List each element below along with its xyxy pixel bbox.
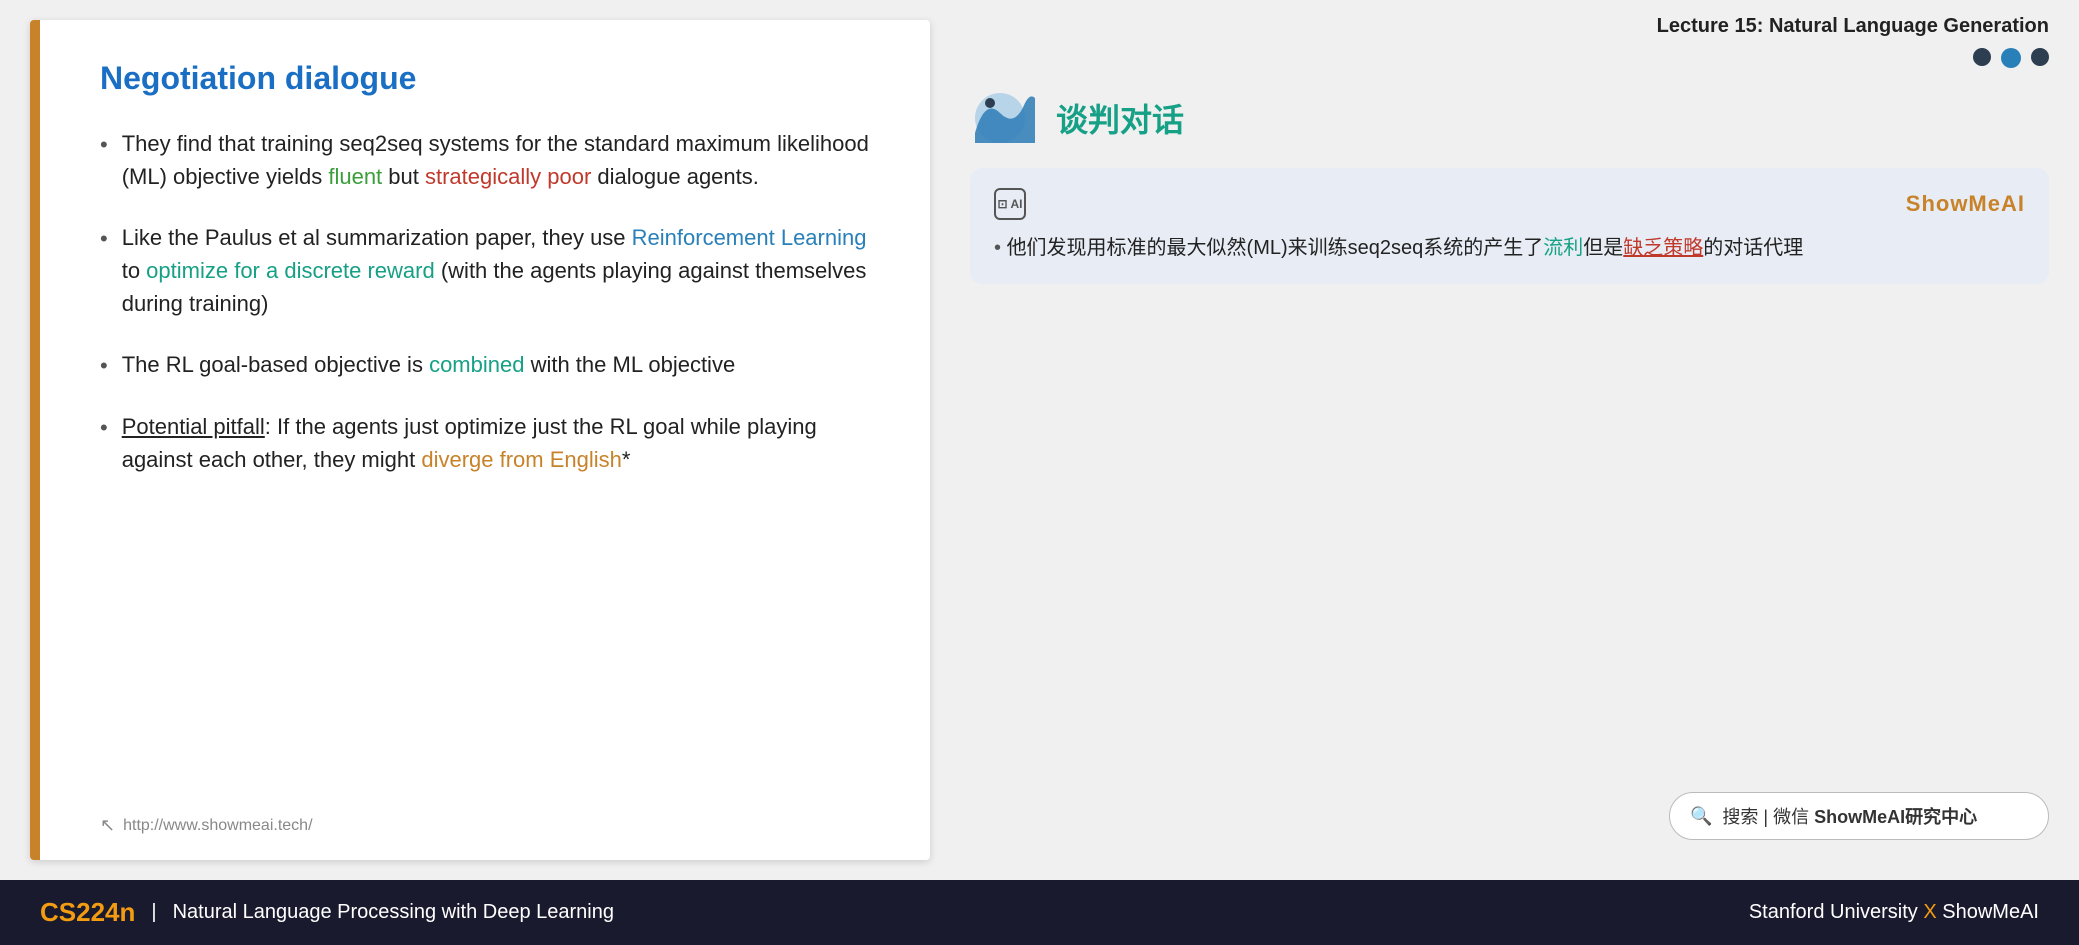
chat-content: 他们发现用标准的最大似然(ML)来训练seq2seq系统的产生了流利但是缺乏策略…	[994, 232, 2025, 264]
chat-bubble: ⊡ AI ShowMeAI 他们发现用标准的最大似然(ML)来训练seq2seq…	[970, 168, 2049, 284]
chinese-section: 谈判对话	[970, 88, 2049, 148]
search-icon: 🔍	[1690, 806, 1712, 827]
university-name: Stanford University	[1749, 901, 1918, 923]
lecture-title: Lecture 15: Natural Language Generation	[970, 10, 2049, 38]
slide-url: ↖ http://www.showmeai.tech/	[100, 815, 313, 836]
footer-brand: ShowMeAI	[1942, 901, 2039, 923]
ai-icon: ⊡ AI	[994, 188, 1026, 220]
chat-prefix: 他们发现用标准的最大似然(ML)来训练seq2seq系统的产生了	[1007, 237, 1544, 259]
optimize-text: optimize for a discrete reward	[146, 258, 435, 283]
bullet-item-2: Like the Paulus et al summarization pape…	[100, 221, 880, 320]
wave-icon	[970, 88, 1040, 148]
strategically-poor-text: strategically poor	[425, 164, 591, 189]
bullet-content-4: Potential pitfall: If the agents just op…	[122, 410, 880, 476]
rl-text: Reinforcement Learning	[632, 225, 867, 250]
fluent-text: fluent	[328, 164, 382, 189]
dot-1	[1973, 48, 1991, 66]
slide-title: Negotiation dialogue	[100, 60, 880, 97]
search-bar[interactable]: 🔍 搜索 | 微信 ShowMeAI研究中心	[1669, 792, 2049, 840]
x-symbol: X	[1923, 901, 1942, 923]
slide-panel: Negotiation dialogue They find that trai…	[30, 20, 930, 860]
ai-label: ⊡ AI	[998, 197, 1023, 211]
right-panel: Lecture 15: Natural Language Generation …	[950, 0, 2079, 880]
course-name: Natural Language Processing with Deep Le…	[173, 901, 614, 924]
showmeai-brand: ShowMeAI	[1906, 191, 2025, 217]
course-code: CS224n	[40, 897, 135, 928]
bullet-content-2: Like the Paulus et al summarization pape…	[122, 221, 880, 320]
chat-suffix: 的对话代理	[1703, 237, 1803, 259]
footer-divider: |	[151, 901, 156, 924]
chat-poor: 缺乏策略	[1623, 237, 1703, 259]
url-text: http://www.showmeai.tech/	[123, 817, 312, 835]
diverge-text: diverge from English	[421, 447, 622, 472]
combined-text: combined	[429, 352, 524, 377]
search-text: 搜索 | 微信 ShowMeAI研究中心	[1722, 803, 1977, 829]
footer-left: CS224n | Natural Language Processing wit…	[40, 897, 614, 928]
wave-svg	[970, 88, 1040, 148]
cursor-icon: ↖	[100, 815, 115, 836]
bullet-list: They find that training seq2seq systems …	[100, 127, 880, 476]
bullet-content-1: They find that training seq2seq systems …	[122, 127, 880, 193]
chinese-title: 谈判对话	[1056, 95, 1184, 141]
footer-right: Stanford University X ShowMeAI	[1749, 901, 2039, 924]
chat-middle: 但是	[1583, 237, 1623, 259]
dot-3	[2031, 48, 2049, 66]
pitfall-label: Potential pitfall	[122, 414, 265, 439]
chat-list-item: 他们发现用标准的最大似然(ML)来训练seq2seq系统的产生了流利但是缺乏策略…	[994, 232, 2025, 264]
bullet-item-3: The RL goal-based objective is combined …	[100, 348, 880, 382]
footer: CS224n | Natural Language Processing wit…	[0, 880, 2079, 945]
bullet-item-1: They find that training seq2seq systems …	[100, 127, 880, 193]
chat-fluent: 流利	[1543, 237, 1583, 259]
dot-2	[2001, 48, 2021, 68]
dots-row	[970, 48, 2049, 68]
bullet-item-4: Potential pitfall: If the agents just op…	[100, 410, 880, 476]
bullet-content-3: The RL goal-based objective is combined …	[122, 348, 735, 381]
chat-header: ⊡ AI ShowMeAI	[994, 188, 2025, 220]
